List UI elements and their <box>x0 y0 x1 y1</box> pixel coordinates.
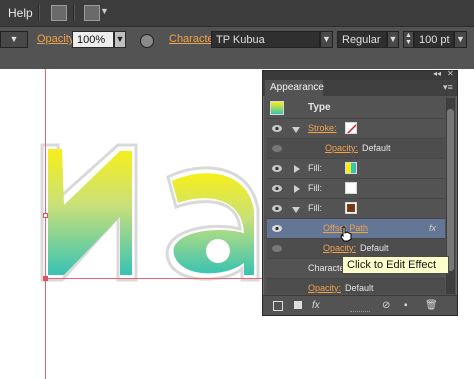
panel-header[interactable]: ◂◂ ✕ <box>263 69 457 80</box>
stroke-label[interactable]: Stroke: <box>308 123 337 133</box>
text-artwork-fill <box>48 149 254 275</box>
font-size-stepper[interactable]: ▲ ▼ <box>403 31 414 48</box>
visibility-eye-icon[interactable] <box>272 225 282 232</box>
fill-row[interactable]: Fill: <box>267 199 445 219</box>
chevron-down-icon[interactable]: ▼ <box>100 6 109 16</box>
opacity-dropdown-arrow[interactable]: ▼ <box>114 31 126 48</box>
opacity-value: Default <box>360 243 389 253</box>
tooltip: Click to Edit Effect <box>342 256 449 274</box>
visibility-eye-icon[interactable] <box>272 165 282 172</box>
add-stroke-icon[interactable] <box>273 301 283 311</box>
fill-row[interactable]: Fill: <box>267 179 445 199</box>
fill-label: Fill: <box>308 203 322 213</box>
expand-triangle-icon[interactable] <box>294 185 300 193</box>
visibility-eye-icon[interactable] <box>272 205 282 212</box>
hand-cursor-icon <box>340 226 352 242</box>
opacity-field[interactable]: 100% <box>72 31 114 48</box>
type-thumbnail <box>270 101 284 115</box>
expand-triangle-icon[interactable] <box>292 127 300 133</box>
tab-appearance[interactable]: Appearance <box>265 80 324 96</box>
bridge-icon[interactable] <box>51 5 67 21</box>
collapse-icon[interactable]: ◂◂ <box>433 69 441 78</box>
scrollbar-thumb[interactable] <box>447 109 454 271</box>
opacity-label[interactable]: Opacity: <box>308 283 341 293</box>
panel-menu-icon[interactable]: ▾≡ <box>443 82 453 93</box>
font-family-field[interactable]: TP Kubua <box>211 31 320 48</box>
opacity-label[interactable]: Opacity: <box>325 143 358 153</box>
type-opacity-row[interactable]: Opacity: Default <box>267 279 445 294</box>
opacity-value: Default <box>362 143 391 153</box>
offset-path-row[interactable]: Offset Path fx <box>267 219 445 239</box>
document-tab-strip <box>0 55 474 69</box>
font-size-field[interactable]: 100 pt <box>414 31 454 48</box>
selection-anchor[interactable] <box>43 276 48 281</box>
font-style-dropdown[interactable]: ▼ <box>387 31 399 48</box>
fill-label: Fill: <box>308 183 322 193</box>
selection-guide-vertical <box>45 69 46 379</box>
opacity-value: Default <box>345 283 374 293</box>
panel-resize-grip[interactable] <box>350 311 370 314</box>
visibility-eye-icon[interactable] <box>272 185 282 192</box>
stroke-weight-dropdown[interactable]: ▼ <box>0 31 28 48</box>
fill-white-swatch[interactable] <box>345 182 357 194</box>
expand-triangle-icon[interactable] <box>292 207 300 213</box>
visibility-eye-icon[interactable] <box>272 125 282 132</box>
add-effect-fx-icon[interactable]: fx <box>312 300 320 311</box>
fill-gradient-swatch[interactable] <box>345 162 357 174</box>
menu-bar: Help ▼ <box>0 0 474 26</box>
type-row[interactable]: Type <box>267 98 445 119</box>
menu-separator <box>38 5 40 21</box>
stroke-opacity-row[interactable]: Opacity: Default <box>267 139 445 159</box>
type-label: Type <box>308 102 331 113</box>
font-style-field[interactable]: Regular <box>337 31 387 48</box>
fill-row[interactable]: Fill: <box>267 159 445 179</box>
close-icon[interactable]: ✕ <box>447 69 454 78</box>
stroke-row[interactable]: Stroke: <box>267 119 445 139</box>
expand-triangle-icon[interactable] <box>294 165 300 173</box>
menu-help[interactable]: Help <box>8 6 33 20</box>
duplicate-item-icon[interactable]: ▪ <box>404 300 408 311</box>
arrange-documents-icon[interactable] <box>84 5 100 21</box>
visibility-eye-icon[interactable] <box>272 145 282 152</box>
control-bar: ▼ Opacity: 100% ▼ Character: TP Kubua ▼ … <box>0 26 474 56</box>
menu-separator <box>73 5 75 21</box>
selection-handle[interactable] <box>43 213 48 218</box>
fx-icon[interactable]: fx <box>429 223 436 233</box>
opacity-label[interactable]: Opacity: <box>323 243 356 253</box>
add-fill-icon[interactable] <box>294 301 302 309</box>
stroke-none-swatch[interactable] <box>345 122 357 134</box>
fill-brown-swatch[interactable] <box>345 202 357 214</box>
appearance-panel: ◂◂ ✕ Appearance ▾≡ Type Stroke: Opacity:… <box>262 69 458 316</box>
fill-label: Fill: <box>308 163 322 173</box>
clear-appearance-icon[interactable]: ⊘ <box>382 300 390 311</box>
visibility-eye-icon[interactable] <box>272 245 282 252</box>
trash-icon[interactable]: 🗑 <box>425 300 438 311</box>
font-size-dropdown[interactable]: ▼ <box>454 31 467 48</box>
recolor-artwork-icon[interactable] <box>140 34 154 48</box>
font-family-dropdown[interactable]: ▼ <box>320 31 333 48</box>
